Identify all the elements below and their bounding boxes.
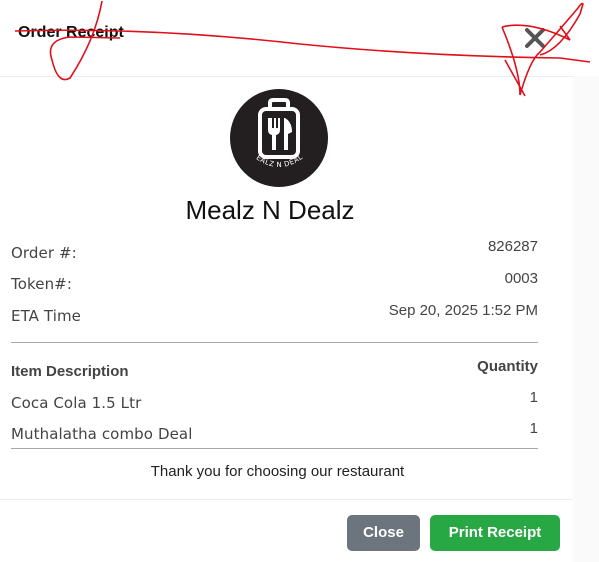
item-description: Muthalatha combo Deal xyxy=(11,425,193,443)
thank-you-message: Thank you for choosing our restaurant xyxy=(150,463,405,480)
item-quantity: 1 xyxy=(529,420,538,437)
restaurant-name: Mealz N Dealz xyxy=(185,195,355,225)
item-description: Coca Cola 1.5 Ltr xyxy=(11,394,142,412)
modal-header: Order Receipt xyxy=(0,0,573,77)
order-receipt-modal: Order Receipt MEALZ N DEALZ Mealz N Deal… xyxy=(0,0,599,562)
order-number-value: 826287 xyxy=(487,238,538,255)
item-description-header: Item Description xyxy=(11,363,129,380)
divider xyxy=(11,448,538,449)
background-shade xyxy=(573,76,599,562)
divider xyxy=(11,342,538,343)
modal-title: Order Receipt xyxy=(18,24,124,41)
footer-divider xyxy=(0,499,573,500)
order-number-label: Order #: xyxy=(11,244,77,262)
print-receipt-button[interactable]: Print Receipt xyxy=(430,515,560,551)
quantity-header: Quantity xyxy=(477,358,538,375)
token-label: Token#: xyxy=(11,275,73,293)
close-icon[interactable] xyxy=(523,26,547,50)
token-value: 0003 xyxy=(504,270,538,287)
item-quantity: 1 xyxy=(529,389,538,406)
restaurant-logo: MEALZ N DEALZ xyxy=(229,88,328,187)
eta-label: ETA Time xyxy=(11,307,82,325)
eta-value: Sep 20, 2025 1:52 PM xyxy=(388,302,538,319)
close-button[interactable]: Close xyxy=(347,515,420,551)
